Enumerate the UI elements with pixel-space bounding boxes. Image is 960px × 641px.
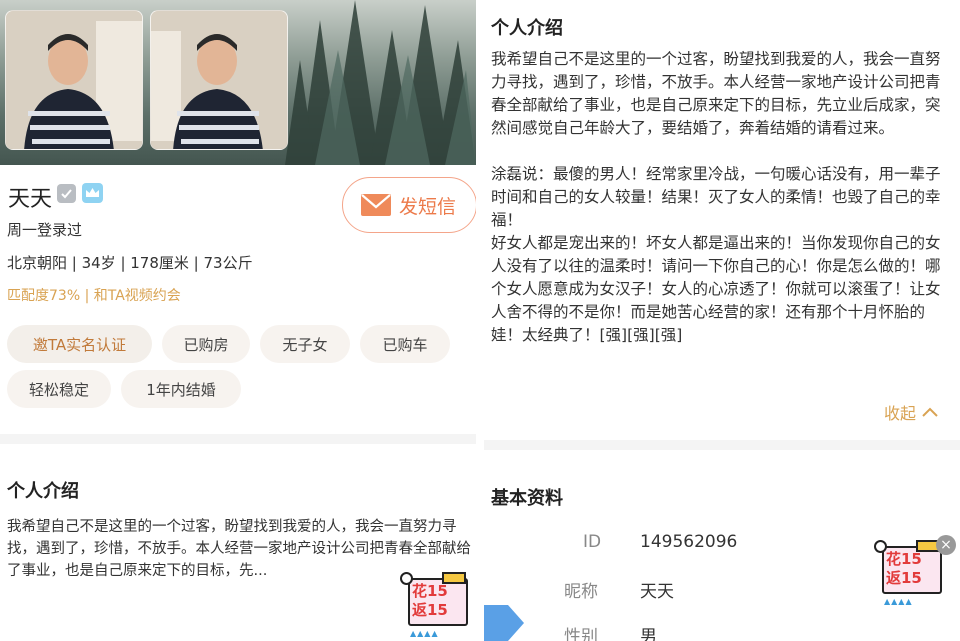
intro-section-title: 个人介绍	[7, 481, 79, 502]
intro-full-text: 我希望自己不是这里的一个过客，盼望找到我爱的人，我会一直努力寻找，遇到了，珍惜，…	[491, 48, 953, 370]
promo-line-1: 花15	[412, 582, 448, 600]
intro-paragraph-3: 好女人都是宠出来的！坏女人都是逼出来的！当你发现你自己的女人没有了以往的温柔时！…	[491, 234, 941, 344]
tag-stable: 轻松稳定	[7, 370, 111, 408]
tag-house: 已购房	[162, 325, 250, 363]
collapse-label: 收起	[884, 404, 917, 423]
info-value-gender: 男	[640, 627, 657, 641]
verified-shield-icon	[57, 184, 76, 203]
user-name: 天天	[8, 187, 53, 212]
promo-line-2-right: 返15	[886, 569, 922, 587]
next-arrow-icon[interactable]	[484, 605, 524, 641]
tag-car: 已购车	[360, 325, 450, 363]
profile-photo-1[interactable]	[5, 10, 143, 150]
intro-paragraph-1: 我希望自己不是这里的一个过客，盼望找到我爱的人，我会一直努力寻找，遇到了，珍惜，…	[491, 50, 941, 137]
section-divider	[0, 434, 476, 444]
tag-verify-request[interactable]: 邀TA实名认证	[7, 325, 152, 363]
intro-paragraph-2: 涂磊说：最傻的男人！经常家里冷战，一句暖心话没有，用一辈子时间和自己的女人较量！…	[491, 165, 941, 229]
info-label-nickname: 昵称	[564, 582, 598, 602]
cover-forest-image	[0, 0, 476, 165]
info-value-id: 149562096	[640, 532, 738, 552]
tag-marry-soon: 1年内结婚	[121, 370, 241, 408]
promo-floating-badge[interactable]: 花15 返15 ▲▲▲▲	[398, 572, 470, 638]
promo-line-1-right: 花15	[886, 550, 922, 568]
panel-gap	[476, 0, 484, 641]
intro-section-title-expanded: 个人介绍	[491, 18, 563, 39]
send-message-button[interactable]: 发短信	[342, 177, 476, 233]
close-icon[interactable]: ×	[936, 535, 956, 555]
basic-info-line: 北京朝阳 | 34岁 | 178厘米 | 73公斤	[7, 254, 253, 272]
envelope-icon	[361, 194, 391, 216]
login-status: 周一登录过	[7, 221, 83, 239]
chevron-up-icon	[922, 407, 938, 417]
basic-info-title: 基本资料	[491, 488, 563, 509]
promo-floating-badge-right[interactable]: 花15 返15 ▲▲▲▲	[872, 540, 944, 606]
info-label-gender: 性别	[564, 627, 598, 641]
info-value-nickname: 天天	[640, 582, 674, 602]
send-message-label: 发短信	[399, 195, 457, 218]
match-info-line[interactable]: 匹配度73% | 和TA视频约会	[7, 285, 181, 305]
left-profile-panel: 天天 发短信 周一登录过 北京朝阳 | 34岁 | 178厘米 | 73公斤 匹…	[0, 0, 476, 641]
promo-line-2: 返15	[412, 601, 448, 619]
right-profile-panel: 个人介绍 我希望自己不是这里的一个过客，盼望找到我爱的人，我会一直努力寻找，遇到…	[484, 0, 960, 641]
tag-no-children: 无子女	[260, 325, 350, 363]
vip-crown-icon	[82, 183, 103, 203]
info-label-id: ID	[583, 532, 602, 552]
section-divider-right	[484, 440, 960, 450]
profile-photo-2[interactable]	[150, 10, 288, 150]
collapse-button[interactable]: 收起	[884, 400, 938, 424]
